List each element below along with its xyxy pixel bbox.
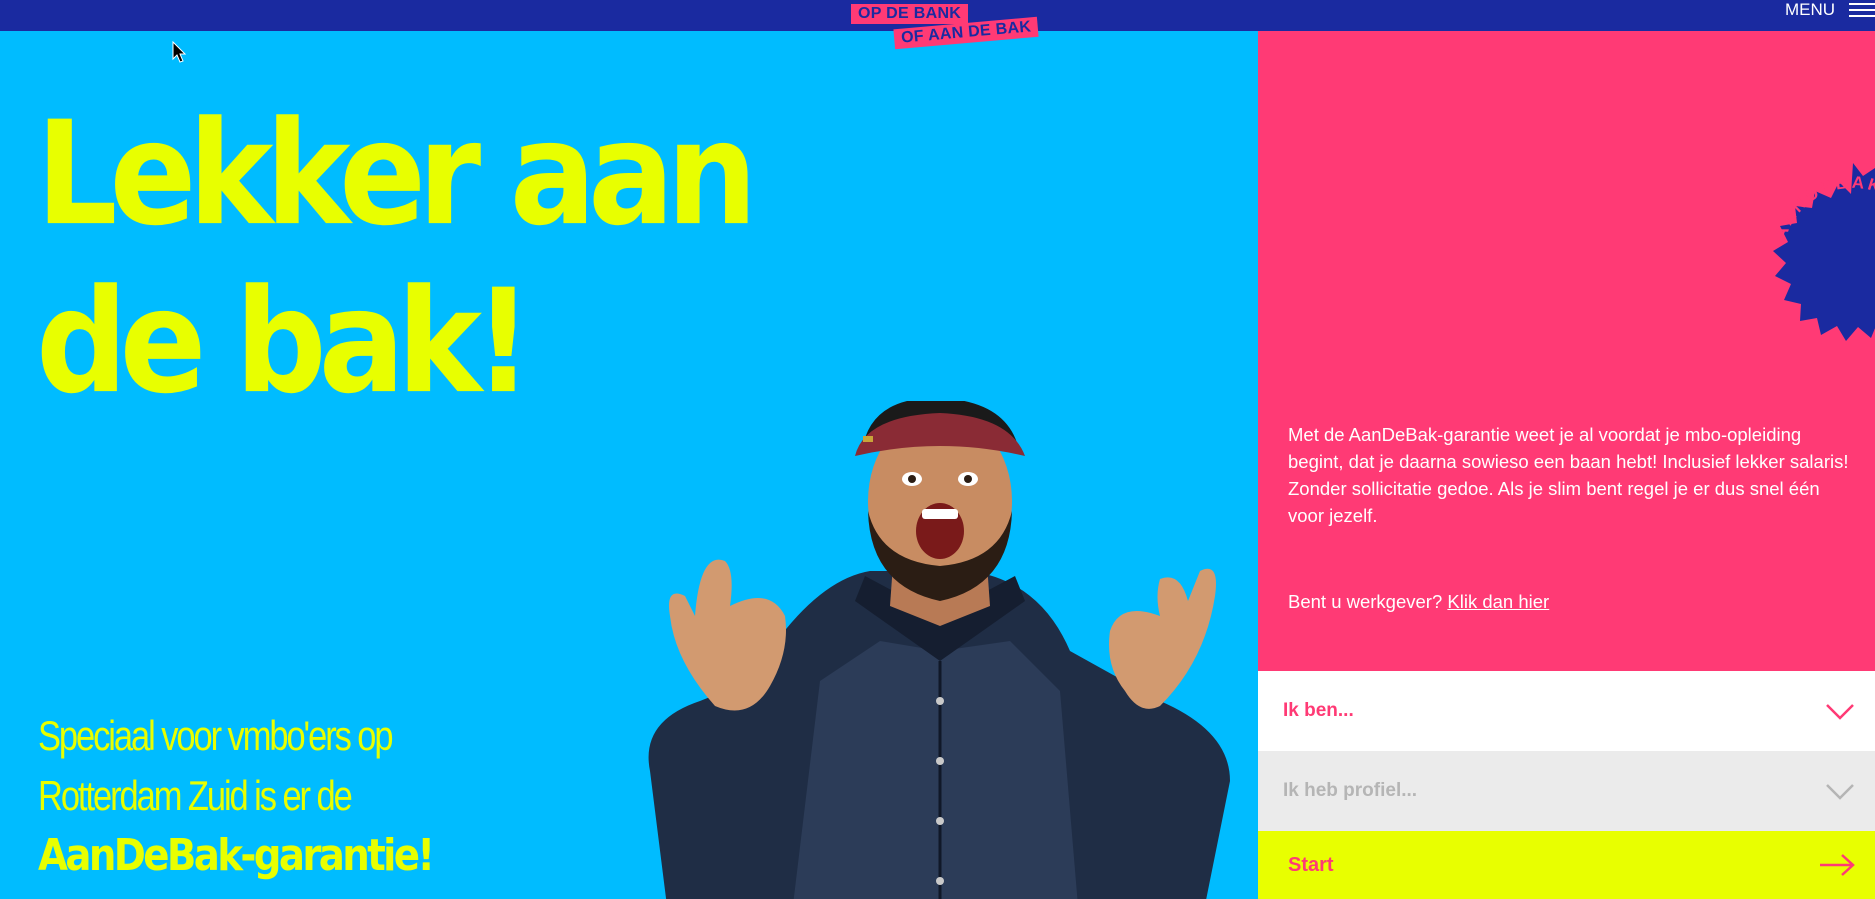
hero-headline: Lekker aan de bak! xyxy=(36,91,758,427)
menu-label[interactable]: MENU xyxy=(1785,0,1835,20)
hero-subline: Speciaal voor vmbo'ers op Rotterdam Zuid… xyxy=(38,706,518,886)
start-button[interactable]: Start xyxy=(1258,831,1875,899)
hero-person-image xyxy=(648,401,1230,899)
garantie-seal-icon: AANDEBAK·GARANTIE xyxy=(1771,163,1875,341)
profiel-select[interactable]: Ik heb profiel... xyxy=(1258,751,1875,831)
mouse-cursor-icon xyxy=(172,41,187,63)
hero-headline-line-1: Lekker aan xyxy=(36,91,758,258)
logo-line-1: OP DE BANK xyxy=(851,4,969,24)
hero-headline-line-2: de bak! xyxy=(36,259,532,426)
info-panel: AANDEBAK·GARANTIE Met de AanDeBak-garant… xyxy=(1258,31,1875,671)
start-button-label: Start xyxy=(1288,853,1334,876)
hero-subline-3: AanDeBak-garantie! xyxy=(38,830,435,881)
profiel-select-label: Ik heb profiel... xyxy=(1283,780,1418,801)
chevron-down-icon xyxy=(1826,784,1854,800)
hamburger-icon[interactable] xyxy=(1849,2,1875,18)
site-logo[interactable]: OP DE BANK OF AAN DE BAK xyxy=(850,3,1040,55)
intro-text: Met de AanDeBak-garantie weet je al voor… xyxy=(1288,424,1849,526)
hero-subline-2: Rotterdam Zuid is er de xyxy=(38,772,353,819)
employer-link[interactable]: Klik dan hier xyxy=(1447,591,1549,612)
hero-section: Lekker aan de bak! Speciaal voor vmbo'er… xyxy=(0,31,1258,899)
employer-prefix: Bent u werkgever? xyxy=(1288,591,1443,612)
ik-ben-select[interactable]: Ik ben... xyxy=(1258,671,1875,751)
arrow-right-icon xyxy=(1820,854,1855,876)
employer-line: Bent u werkgever? Klik dan hier xyxy=(1288,588,1549,615)
ik-ben-select-label: Ik ben... xyxy=(1283,700,1354,721)
chevron-down-icon xyxy=(1826,704,1854,720)
hero-subline-1: Speciaal voor vmbo'ers op xyxy=(38,712,394,759)
